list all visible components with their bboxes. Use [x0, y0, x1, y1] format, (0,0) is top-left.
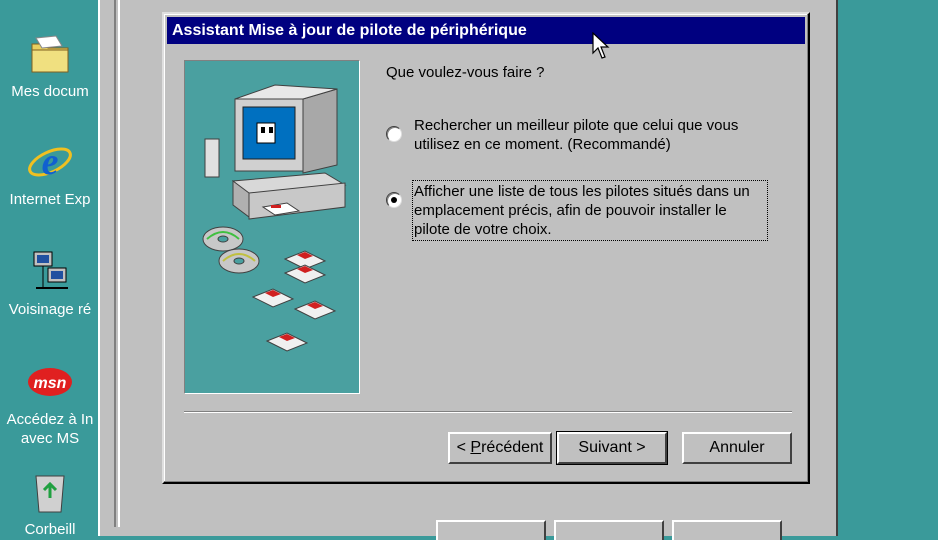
- floppy-disk-icon: [251, 250, 337, 352]
- option-label[interactable]: Rechercher un meilleur pilote que celui …: [414, 116, 766, 154]
- desktop-icon-my-documents[interactable]: Mes docum: [0, 30, 100, 101]
- desktop-icon-label: Corbeill: [24, 521, 76, 538]
- svg-text:e: e: [42, 141, 59, 183]
- option-label[interactable]: Afficher une liste de tous les pilotes s…: [412, 180, 768, 241]
- wizard-illustration: [184, 60, 360, 394]
- background-button: [436, 520, 546, 540]
- update-driver-wizard-dialog: Assistant Mise à jour de pilote de périp…: [162, 12, 810, 484]
- desktop-icon-recycle-bin[interactable]: Corbeill: [0, 468, 100, 539]
- internet-explorer-icon: e: [26, 138, 74, 186]
- wizard-question: Que voulez-vous faire ?: [386, 64, 545, 81]
- desktop-icon-network[interactable]: Voisinage ré: [0, 248, 100, 319]
- desktop-icon-label: Voisinage ré: [8, 301, 92, 318]
- background-button: [672, 520, 782, 540]
- next-button[interactable]: Suivant >: [556, 431, 668, 465]
- mouse-cursor-icon: [592, 31, 610, 64]
- msn-icon: msn: [26, 358, 74, 406]
- dialog-title[interactable]: Assistant Mise à jour de pilote de périp…: [167, 17, 805, 44]
- desktop-icon-label: Mes docum: [11, 83, 89, 100]
- dialog-separator: [184, 411, 792, 413]
- radio-button[interactable]: [386, 126, 402, 142]
- back-button[interactable]: < Précédent: [448, 432, 552, 464]
- option-search-better-driver[interactable]: Rechercher un meilleur pilote que celui …: [386, 116, 766, 154]
- network-computers-icon: [26, 248, 74, 296]
- background-window-border: [114, 0, 116, 527]
- desktop-icon-internet-explorer[interactable]: e Internet Exp: [0, 138, 100, 209]
- computer-illustration-icon: [204, 84, 347, 220]
- svg-text:msn: msn: [34, 375, 67, 392]
- back-button-accel: P: [470, 439, 482, 456]
- radio-button-selected[interactable]: [386, 192, 402, 208]
- folder-icon: [26, 30, 74, 78]
- background-window-border: [118, 0, 120, 527]
- cd-disc-icon: [202, 226, 260, 274]
- back-button-prefix: <: [456, 439, 471, 456]
- option-list-drivers[interactable]: Afficher une liste de tous les pilotes s…: [386, 180, 768, 241]
- cancel-button[interactable]: Annuler: [682, 432, 792, 464]
- back-button-rest: récédent: [481, 439, 544, 456]
- recycle-bin-icon: [26, 468, 74, 516]
- desktop-icon-label: Internet Exp: [9, 191, 91, 208]
- desktop-icon-msn[interactable]: msn Accédez à In avec MS: [0, 358, 100, 448]
- desktop-icon-label: Accédez à In: [6, 411, 94, 428]
- background-button: [554, 520, 664, 540]
- desktop-icon-label: avec MS: [20, 430, 80, 447]
